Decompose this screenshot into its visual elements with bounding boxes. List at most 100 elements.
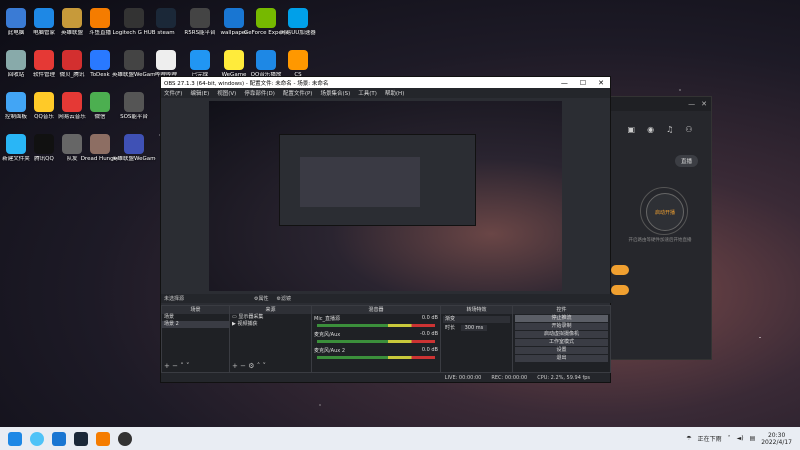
network-icon[interactable]: ▤ [750,435,756,442]
taskbar: ☂ 正在下雨 ˄ ◄) ▤ 20:30 2022/4/17 [0,427,800,450]
scene-item[interactable]: 场景 2 [162,321,229,328]
obs-window[interactable]: OBS 27.1.3 (64-bit, windows) - 配置文件: 未命名… [160,76,613,383]
desktop-icon[interactable]: CS [276,50,320,79]
share-icon[interactable]: ⚇ [685,125,692,134]
app-icon [288,50,308,70]
volume-meter[interactable] [317,356,435,359]
menu-item[interactable]: 帮助(H) [385,89,404,97]
desktop-icon[interactable]: 网易UU加速器 [276,8,320,37]
duration-input[interactable]: 300 ms [460,325,488,331]
channel-name: 麦克风/Aux 2 [314,348,346,354]
preview-canvas[interactable] [209,101,562,291]
close-icon[interactable]: ✕ [701,100,707,108]
app-icon [190,8,210,28]
app-icon [90,92,110,112]
control-button[interactable]: 退出 [515,355,608,362]
scenes-dock: 场景 场景 场景 2 + − ˄ ˅ [161,305,230,373]
live-status: LIVE: 00:00:00 [444,374,482,381]
channel-name: Mic_直播源 [314,316,340,322]
minimize-icon[interactable]: — [688,100,695,108]
app-titlebar: — ✕ [609,97,711,111]
system-tray: ☂ 正在下雨 ˄ ◄) ▤ 20:30 2022/4/17 [686,432,800,446]
desktop-icon[interactable]: 英雄联盟WeGame版 [112,134,156,163]
browser-icon[interactable] [30,431,44,446]
control-button[interactable]: 启动虚拟摄像机 [515,331,608,338]
source-item[interactable]: ▭ 显示器采集 [230,314,311,321]
app-icon [156,50,176,70]
chevron-up-icon[interactable]: ˄ [728,435,731,442]
down-icon[interactable]: ˅ [186,362,190,370]
steam-icon[interactable] [74,431,88,446]
volume-meter[interactable] [317,324,435,327]
control-button[interactable]: 工作室模式 [515,339,608,346]
filters-button[interactable]: ⚙滤镜 [277,295,291,302]
menu-item[interactable]: 视图(V) [217,89,236,97]
weather-text[interactable]: 正在下雨 [698,434,722,443]
control-button[interactable]: 开始录制 [515,323,608,330]
control-button[interactable]: 停止推流 [515,315,608,322]
menu-item[interactable]: 场景集合(S) [320,89,350,97]
app-icon [224,8,244,28]
source-item[interactable]: ▶ 视频捕获 [230,321,311,328]
menu-item[interactable]: 工具(T) [358,89,377,97]
down-icon[interactable]: ˅ [262,362,266,370]
duration-label: 时长 [445,325,456,331]
transition-select[interactable]: 渐变 [443,316,510,323]
add-icon[interactable]: + [164,362,170,370]
transitions-title: 转场特效 [441,306,512,314]
app-icon [90,50,110,70]
menu-item[interactable]: 配置文件(P) [283,89,313,97]
app-icon [156,8,176,28]
add-icon[interactable]: + [232,362,238,370]
desktop-icon[interactable]: SOS能平台 [112,92,156,121]
status-bar: LIVE: 00:00:00 REC: 00:00:00 CPU: 2.2%, … [161,373,610,382]
volume-icon[interactable]: ◄) [737,435,744,442]
menu-item[interactable]: 编辑(E) [190,89,209,97]
controls-title: 控件 [513,306,610,314]
orange-tag[interactable] [611,265,629,275]
close-button[interactable]: ✕ [598,79,604,87]
desktop-icon-label: SOS能平台 [120,114,148,120]
menu-item[interactable]: 停靠部件(D) [244,89,275,97]
app-icon[interactable] [96,431,110,446]
obs-icon[interactable] [118,431,132,446]
up-icon[interactable]: ˄ [257,362,261,370]
scene-item[interactable]: 场景 [162,314,229,321]
live-button[interactable]: 直播 [675,155,699,167]
app-icon [124,50,144,70]
channel-level: -0.0 dB [420,331,438,337]
control-button[interactable]: 设置 [515,347,608,354]
start-live-button[interactable]: 启动开播 [646,193,684,231]
mixer-title: 混音器 [312,306,440,314]
app-icon [288,8,308,28]
app-icon [256,8,276,28]
up-icon[interactable]: ˄ [180,362,184,370]
remove-icon[interactable]: − [240,362,246,370]
start-icon[interactable] [8,431,22,446]
bell-icon[interactable]: ♫ [666,125,673,134]
volume-meter[interactable] [317,340,435,343]
gear-icon[interactable]: ⚙ [248,362,254,370]
controls-dock: 控件 停止推流 开始录制 启动虚拟摄像机 工作室模式 设置 退出 [512,305,611,373]
app-icon [124,8,144,28]
bag-icon[interactable]: ▣ [628,125,636,134]
sources-title: 来源 [230,306,311,314]
menu-bar: 文件(F) 编辑(E) 视图(V) 停靠部件(D) 配置文件(P) 场景集合(S) 工具(T… [161,88,610,98]
streaming-app-window[interactable]: — ✕ ▣ ◉ ♫ ⚇ 直播 启动开播 开启路由等硬件加速后开始直播 [608,96,712,360]
properties-button[interactable]: ⚙属性 [254,295,268,302]
menu-item[interactable]: 文件(F) [164,89,182,97]
clock[interactable]: 20:30 2022/4/17 [761,432,792,446]
desktop-icon-label: 网易UU加速器 [280,30,316,36]
app-icon [90,134,110,154]
orange-tag[interactable] [611,285,629,295]
start-live-hint: 开启路由等硬件加速后开始直播 [628,238,692,243]
channel-level: 0.0 dB [421,315,438,321]
nested-preview [279,134,476,226]
maximize-button[interactable]: ☐ [580,79,586,87]
no-source-label: 未选择源 [164,296,185,302]
mixer-channel: 麦克风/Aux 2 0.0 dB [312,346,440,362]
remove-icon[interactable]: − [172,362,178,370]
lock-icon[interactable]: ◉ [647,125,654,134]
minimize-button[interactable]: — [561,79,568,87]
app-icon[interactable] [52,431,66,446]
